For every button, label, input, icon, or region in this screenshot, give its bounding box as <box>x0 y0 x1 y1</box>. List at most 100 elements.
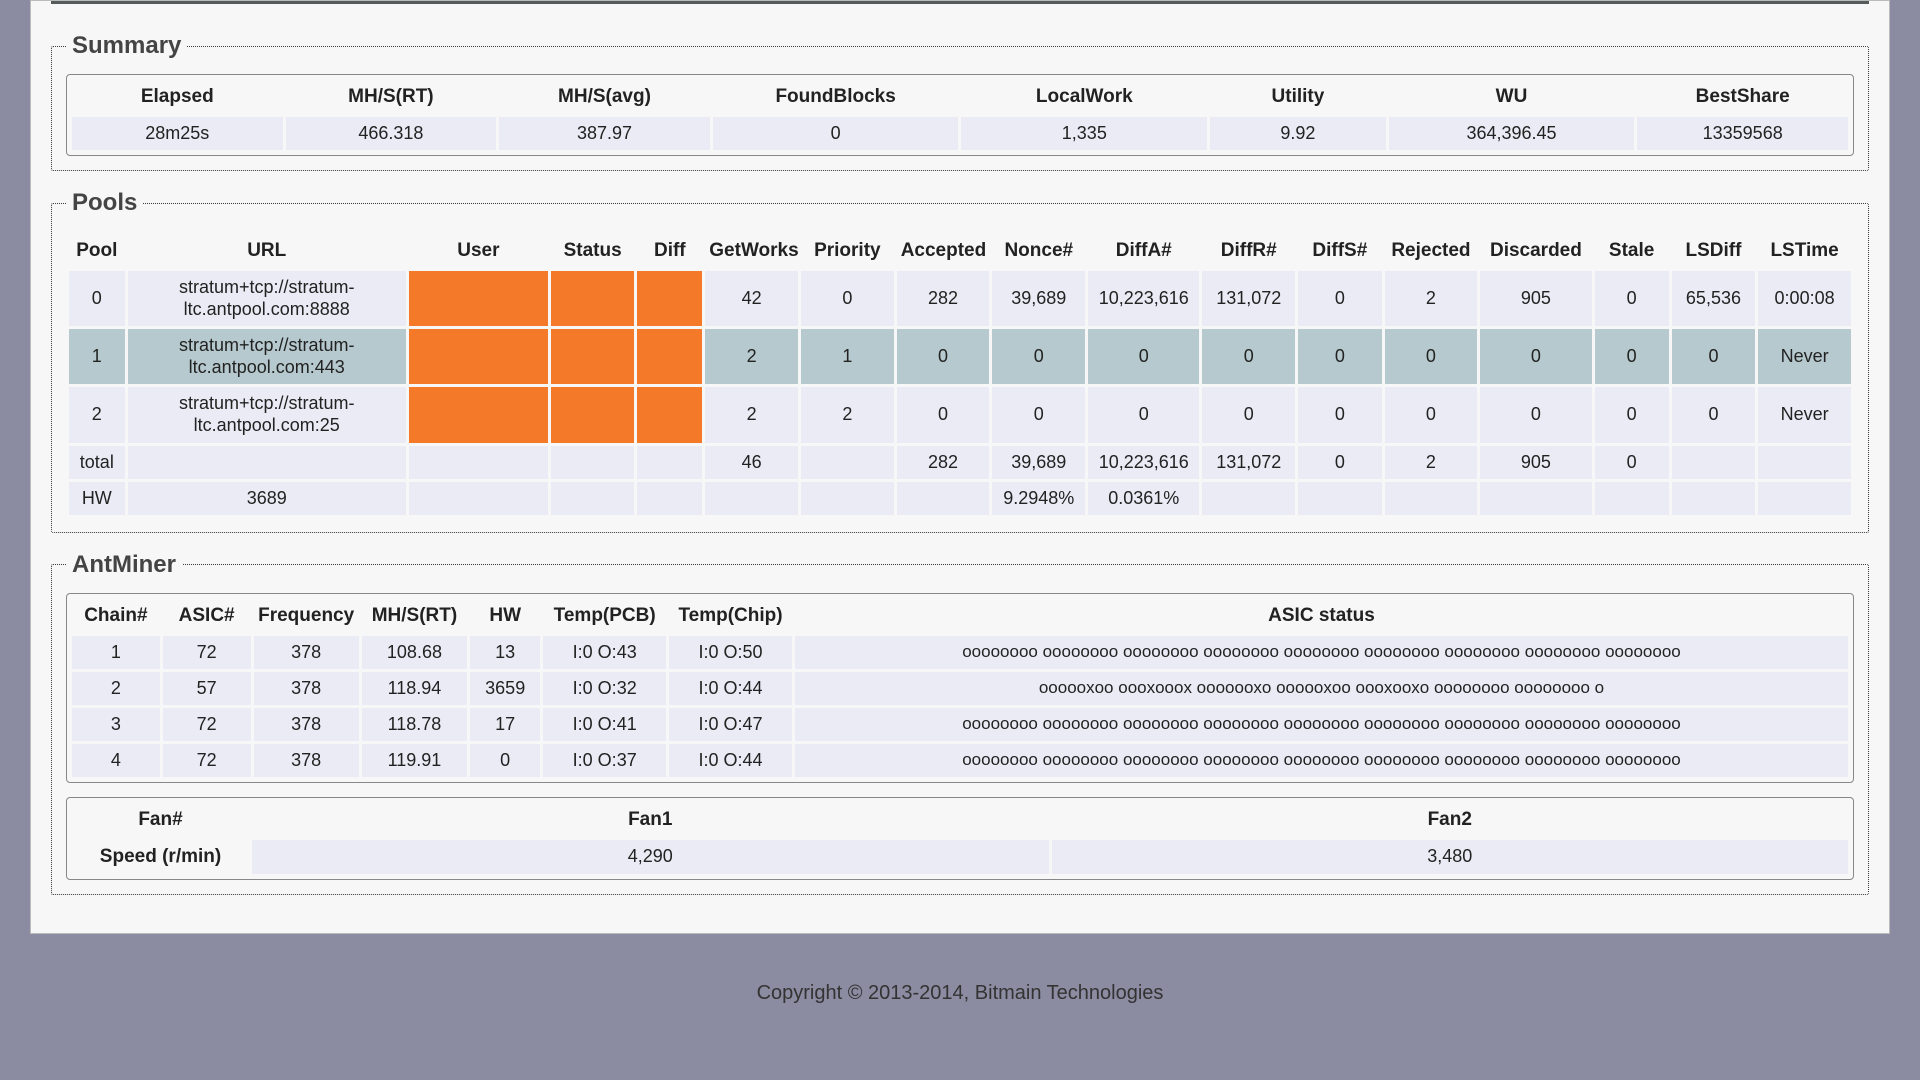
hw-cell <box>1480 482 1591 515</box>
col-lsdiff: LSDiff <box>1672 234 1755 268</box>
chain-status: oooooooo oooooooo oooooooo oooooooo oooo… <box>795 708 1848 741</box>
pool-getworks: 2 <box>705 329 798 384</box>
col-priority: Priority <box>801 234 894 268</box>
pool-nonce: 0 <box>992 387 1085 442</box>
hw-cell <box>705 482 798 515</box>
total-cell: 282 <box>897 446 990 479</box>
col-fan-num: Fan# <box>72 803 249 837</box>
col-chain: Chain# <box>72 599 160 633</box>
total-cell <box>801 446 894 479</box>
chain-row: 257378118.943659I:0 O:32I:0 O:44oooooxoo… <box>72 672 1848 705</box>
hw-cell <box>637 482 702 515</box>
hw-cell: 9.2948% <box>992 482 1085 515</box>
hw-cell <box>1202 482 1295 515</box>
col-rejected: Rejected <box>1385 234 1478 268</box>
pool-id: 2 <box>69 387 125 442</box>
pool-user <box>409 329 548 384</box>
pool-stale: 0 <box>1595 271 1669 326</box>
pool-accepted: 0 <box>897 329 990 384</box>
pool-rejected: 0 <box>1385 387 1478 442</box>
hw-cell <box>1672 482 1755 515</box>
pool-discarded: 905 <box>1480 271 1591 326</box>
total-cell: 0 <box>1298 446 1381 479</box>
pool-url: stratum+tcp://stratum-ltc.antpool.com:44… <box>128 329 406 384</box>
total-cell <box>637 446 702 479</box>
total-cell <box>409 446 548 479</box>
hw-cell: HW <box>69 482 125 515</box>
hw-cell: 3689 <box>128 482 406 515</box>
summary-section: Summary Elapsed MH/S(RT) MH/S(avg) Found… <box>51 32 1869 171</box>
chain-freq: 378 <box>254 708 359 741</box>
pools-total-row: total4628239,68910,223,616131,072029050 <box>69 446 1851 479</box>
pool-priority: 2 <box>801 387 894 442</box>
hw-cell <box>551 482 634 515</box>
chain-mhs: 118.78 <box>362 708 467 741</box>
val-mhs-avg: 387.97 <box>499 117 710 150</box>
hw-cell <box>1758 482 1851 515</box>
val-fan2: 3,480 <box>1052 840 1849 874</box>
chain-row: 472378119.910I:0 O:37I:0 O:44oooooooo oo… <box>72 744 1848 777</box>
col-lstime: LSTime <box>1758 234 1851 268</box>
chain-freq: 378 <box>254 744 359 777</box>
col-diffs: DiffS# <box>1298 234 1381 268</box>
pool-discarded: 0 <box>1480 387 1591 442</box>
pool-status <box>551 329 634 384</box>
summary-title: Summary <box>66 32 187 60</box>
col-localwork: LocalWork <box>961 80 1207 114</box>
chain-pcb: I:0 O:41 <box>543 708 666 741</box>
col-hw: HW <box>470 599 540 633</box>
miner-status-page: Summary Elapsed MH/S(RT) MH/S(avg) Found… <box>30 0 1890 934</box>
chain-n: 3 <box>72 708 160 741</box>
total-cell: 39,689 <box>992 446 1085 479</box>
pool-priority: 1 <box>801 329 894 384</box>
total-cell <box>1672 446 1755 479</box>
chains-table: Chain# ASIC# Frequency MH/S(RT) HW Temp(… <box>66 593 1854 783</box>
hw-cell <box>409 482 548 515</box>
val-wu: 364,396.45 <box>1389 117 1635 150</box>
chain-status: oooooooo oooooooo oooooooo oooooooo oooo… <box>795 744 1848 777</box>
summary-header-row: Elapsed MH/S(RT) MH/S(avg) FoundBlocks L… <box>72 80 1848 114</box>
chain-status: oooooxoo oooxooox ooooooxo oooooxoo ooox… <box>795 672 1848 705</box>
hw-cell <box>1298 482 1381 515</box>
col-fan2: Fan2 <box>1052 803 1849 837</box>
col-getworks: GetWorks <box>705 234 798 268</box>
hw-cell <box>801 482 894 515</box>
col-accepted: Accepted <box>897 234 990 268</box>
pools-hw-row: HW3689 9.2948%0.0361% <box>69 482 1851 515</box>
pool-lsdiff: 0 <box>1672 329 1755 384</box>
col-diffa: DiffA# <box>1088 234 1199 268</box>
total-cell <box>128 446 406 479</box>
col-mhs-avg: MH/S(avg) <box>499 80 710 114</box>
val-fan1: 4,290 <box>252 840 1049 874</box>
chain-asic: 72 <box>163 708 251 741</box>
chain-asic: 72 <box>163 636 251 669</box>
pool-lstime: 0:00:08 <box>1758 271 1851 326</box>
hw-cell: 0.0361% <box>1088 482 1199 515</box>
chain-n: 4 <box>72 744 160 777</box>
pools-header-row: Pool URL User Status Diff GetWorks Prior… <box>69 234 1851 268</box>
chain-chip: I:0 O:50 <box>669 636 792 669</box>
pool-rejected: 0 <box>1385 329 1478 384</box>
pool-status <box>551 271 634 326</box>
chain-hw: 17 <box>470 708 540 741</box>
antminer-title: AntMiner <box>66 551 182 579</box>
col-pcb: Temp(PCB) <box>543 599 666 633</box>
val-bestshare: 13359568 <box>1637 117 1848 150</box>
col-asic: ASIC# <box>163 599 251 633</box>
chain-hw: 0 <box>470 744 540 777</box>
pool-lstime: Never <box>1758 329 1851 384</box>
val-mhs-rt: 466.318 <box>286 117 497 150</box>
pool-discarded: 0 <box>1480 329 1591 384</box>
fans-table: Fan# Fan1 Fan2 Speed (r/min) 4,290 3,480 <box>66 797 1854 880</box>
val-found-blocks: 0 <box>713 117 959 150</box>
pool-id: 0 <box>69 271 125 326</box>
pool-diff <box>637 329 702 384</box>
col-discarded: Discarded <box>1480 234 1591 268</box>
total-cell: 46 <box>705 446 798 479</box>
pool-priority: 0 <box>801 271 894 326</box>
pool-diffr: 0 <box>1202 329 1295 384</box>
col-url: URL <box>128 234 406 268</box>
fans-header-row: Fan# Fan1 Fan2 <box>72 803 1848 837</box>
col-utility: Utility <box>1210 80 1386 114</box>
pool-diffa: 0 <box>1088 387 1199 442</box>
